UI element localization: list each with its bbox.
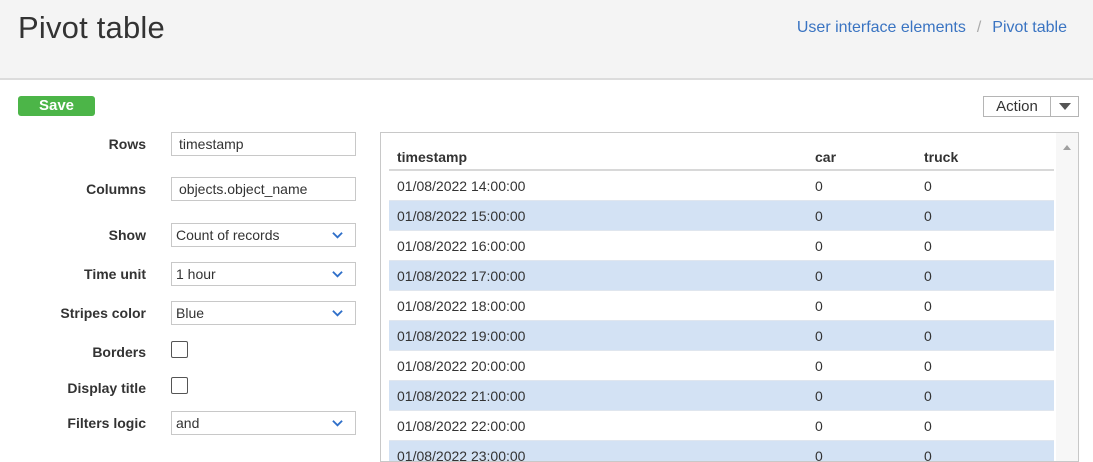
table-cell: 0	[924, 328, 932, 344]
table-header-row: timestamp car truck	[389, 141, 1054, 171]
breadcrumb-link-pivot-table[interactable]: Pivot table	[992, 19, 1067, 36]
table-cell: 0	[815, 418, 823, 434]
table-cell: 0	[924, 448, 932, 462]
scroll-up-arrow-icon[interactable]	[1063, 145, 1071, 150]
vertical-scrollbar[interactable]	[1056, 133, 1078, 461]
breadcrumb: User interface elements / Pivot table	[797, 19, 1067, 37]
table-cell: 0	[924, 298, 932, 314]
rows-field[interactable]: timestamp	[171, 132, 356, 156]
display-title-label: Display title	[67, 380, 146, 396]
breadcrumb-link-user-interface-elements[interactable]: User interface elements	[797, 19, 966, 36]
columns-field[interactable]: objects.object_name	[171, 177, 356, 201]
filters-logic-select[interactable]: and	[171, 411, 356, 435]
time-unit-label: Time unit	[84, 266, 146, 282]
stripes-color-select[interactable]: Blue	[171, 301, 356, 325]
borders-checkbox[interactable]	[171, 341, 188, 358]
column-header-car[interactable]: car	[815, 142, 836, 172]
show-select-value: Count of records	[176, 227, 280, 243]
table-row: 01/08/2022 16:00:00 0 0	[389, 231, 1054, 261]
table-cell: 0	[924, 358, 932, 374]
table-row: 01/08/2022 17:00:00 0 0	[389, 261, 1054, 291]
table-cell: 01/08/2022 19:00:00	[397, 328, 526, 344]
columns-label: Columns	[86, 181, 146, 197]
column-header-timestamp[interactable]: timestamp	[397, 142, 467, 172]
table-cell: 0	[924, 238, 932, 254]
table-cell: 0	[815, 268, 823, 284]
table-cell: 0	[815, 298, 823, 314]
table-cell: 0	[924, 208, 932, 224]
filters-logic-label: Filters logic	[67, 415, 146, 431]
action-button[interactable]: Action	[984, 97, 1051, 116]
table-cell: 01/08/2022 21:00:00	[397, 388, 526, 404]
table-body: 01/08/2022 14:00:00 0 0 01/08/2022 15:00:00…	[389, 171, 1054, 462]
time-unit-select[interactable]: 1 hour	[171, 262, 356, 286]
save-button[interactable]: Save	[18, 96, 95, 116]
table-cell: 01/08/2022 14:00:00	[397, 178, 526, 194]
action-dropdown[interactable]: Action	[983, 96, 1079, 117]
table-row: 01/08/2022 15:00:00 0 0	[389, 201, 1054, 231]
caret-down-icon[interactable]	[1051, 97, 1078, 116]
rows-label: Rows	[108, 136, 146, 152]
filters-logic-select-value: and	[176, 415, 200, 431]
table-row: 01/08/2022 19:00:00 0 0	[389, 321, 1054, 351]
table-row: 01/08/2022 22:00:00 0 0	[389, 411, 1054, 441]
table-cell: 0	[815, 178, 823, 194]
column-header-truck[interactable]: truck	[924, 142, 958, 172]
table-cell: 01/08/2022 23:00:00	[397, 448, 526, 462]
table-cell: 0	[924, 268, 932, 284]
breadcrumb-separator: /	[976, 19, 982, 36]
table-cell: 0	[924, 418, 932, 434]
table-cell: 0	[815, 328, 823, 344]
table-cell: 0	[815, 388, 823, 404]
chevron-down-icon	[332, 310, 343, 317]
table-cell: 01/08/2022 22:00:00	[397, 418, 526, 434]
stripes-color-label: Stripes color	[60, 305, 146, 321]
chevron-down-icon	[332, 232, 343, 239]
pivot-table: timestamp car truck 01/08/2022 14:00:00 0…	[389, 141, 1054, 462]
chevron-down-icon	[332, 271, 343, 278]
show-label: Show	[108, 227, 146, 243]
stripes-color-select-value: Blue	[176, 305, 205, 321]
table-cell: 0	[815, 238, 823, 254]
table-cell: 0	[815, 208, 823, 224]
page-header: Pivot table User interface elements / Pivo…	[0, 0, 1093, 80]
table-row: 01/08/2022 14:00:00 0 0	[389, 171, 1054, 201]
table-row: 01/08/2022 23:00:00 0 0	[389, 441, 1054, 462]
page-title: Pivot table	[18, 10, 165, 45]
table-cell: 01/08/2022 18:00:00	[397, 298, 526, 314]
table-cell: 01/08/2022 17:00:00	[397, 268, 526, 284]
display-title-checkbox[interactable]	[171, 377, 188, 394]
table-cell: 01/08/2022 16:00:00	[397, 238, 526, 254]
table-cell: 01/08/2022 20:00:00	[397, 358, 526, 374]
borders-label: Borders	[92, 344, 146, 360]
table-cell: 01/08/2022 15:00:00	[397, 208, 526, 224]
table-row: 01/08/2022 20:00:00 0 0	[389, 351, 1054, 381]
table-cell: 0	[924, 178, 932, 194]
chevron-down-icon	[332, 420, 343, 427]
table-row: 01/08/2022 18:00:00 0 0	[389, 291, 1054, 321]
table-row: 01/08/2022 21:00:00 0 0	[389, 381, 1054, 411]
pivot-table-panel: timestamp car truck 01/08/2022 14:00:00 0…	[380, 132, 1079, 462]
table-cell: 0	[815, 358, 823, 374]
table-cell: 0	[924, 388, 932, 404]
show-select[interactable]: Count of records	[171, 223, 356, 247]
table-cell: 0	[815, 448, 823, 462]
time-unit-select-value: 1 hour	[176, 266, 216, 282]
